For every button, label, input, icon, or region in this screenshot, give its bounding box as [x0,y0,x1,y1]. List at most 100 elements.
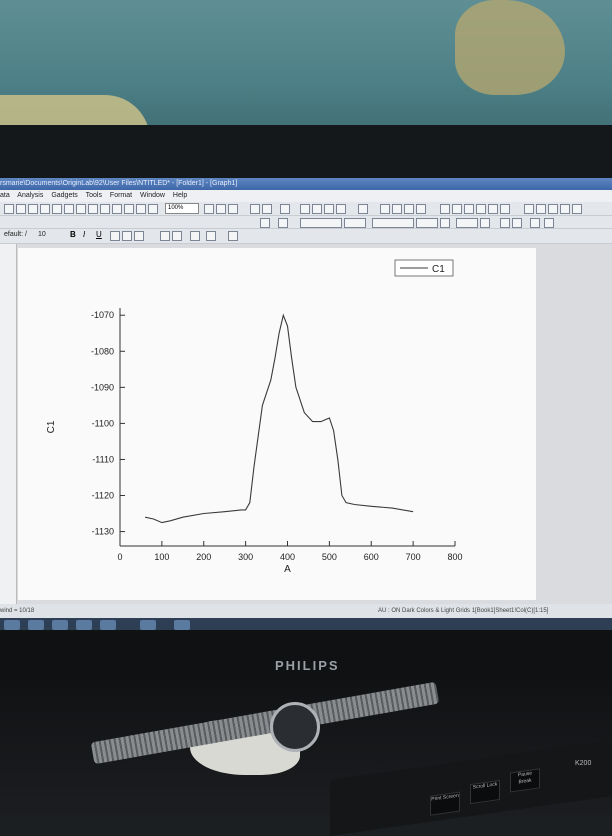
app-taskbar-icon[interactable] [140,620,156,630]
extract-layers-icon[interactable] [404,204,414,214]
superscript-icon[interactable] [530,218,540,228]
menu-tools[interactable]: Tools [86,192,102,199]
explorer-taskbar-icon[interactable] [28,620,44,630]
underline-button[interactable]: U [96,230,102,239]
window-title-bar[interactable]: rsmarie\Documents\OriginLab\92\User File… [0,178,612,190]
window-title: rsmarie\Documents\OriginLab\92\User File… [0,180,238,187]
export-icon[interactable] [64,204,74,214]
start-button-icon[interactable] [4,620,20,630]
greek-button[interactable] [134,231,144,241]
pause-break-key[interactable]: Pause Break [510,768,540,793]
zoom-select[interactable]: 100% [165,203,199,214]
unmask-icon[interactable] [512,218,522,228]
line-plot[interactable]: 0 100 200 300 400 500 600 700 800 -1070 -1080 -1090… [18,248,536,600]
new-layout-icon[interactable] [124,204,134,214]
recalculate-icon[interactable] [216,204,226,214]
layer-content-icon[interactable] [380,204,390,214]
save-icon[interactable] [28,204,38,214]
subscript-icon[interactable] [544,218,554,228]
legend-label: C1 [432,264,445,275]
browser-taskbar-icon[interactable] [52,620,68,630]
enlarge-icon[interactable] [476,204,486,214]
font-color-icon[interactable] [228,231,238,241]
x-tick-label: 700 [406,552,421,562]
line-color-icon[interactable] [278,218,288,228]
menu-help[interactable]: Help [173,192,187,199]
superscript-button[interactable] [110,231,120,241]
bold-button[interactable]: B [70,230,76,239]
line-style-select[interactable] [300,218,342,228]
add-layer-icon[interactable] [312,204,322,214]
axis-l-icon[interactable] [440,204,450,214]
decrease-font-icon[interactable] [172,231,182,241]
menu-analysis[interactable]: Analysis [17,192,43,199]
notes-icon[interactable] [136,204,146,214]
frame-icon[interactable] [452,204,462,214]
image-export-icon[interactable] [336,204,346,214]
font-size-select[interactable]: 10 [38,231,46,238]
menu-window[interactable]: Window [140,192,165,199]
font-select[interactable]: efault: / [4,231,27,238]
y-tick-label: -1110 [92,454,114,464]
origin-taskbar-icon[interactable] [174,620,190,630]
increase-font-icon[interactable] [160,231,170,241]
menu-format[interactable]: Format [110,192,132,199]
symbol-shape-icon[interactable] [480,218,490,228]
menu-gadgets[interactable]: Gadgets [51,192,77,199]
duplicate-icon[interactable] [204,204,214,214]
print-screen-key[interactable]: Print Screen [430,791,460,816]
open-icon[interactable] [16,204,26,214]
code-builder-icon[interactable] [280,204,290,214]
line-width-select[interactable] [344,218,366,228]
merge-graph-icon[interactable] [392,204,402,214]
mask-icon[interactable] [500,218,510,228]
symbol-size-select[interactable] [456,218,478,228]
fill-color-icon[interactable] [260,218,270,228]
grid-view-icon[interactable] [548,204,558,214]
project-explorer-icon[interactable] [228,204,238,214]
symbol-color-icon[interactable] [440,218,450,228]
clock-icon[interactable] [560,204,570,214]
status-left-text: wind = 10/18 [0,608,35,614]
status-bar: wind = 10/18 AU : ON Dark Colors & Light… [0,604,612,618]
folder-taskbar-icon[interactable] [100,620,116,630]
y-tick-label: -1090 [91,382,114,392]
pattern-select[interactable] [372,218,414,228]
settings-icon[interactable] [572,204,582,214]
italic-button[interactable]: I [83,230,85,239]
scroll-lock-key[interactable]: Scroll Lock [470,779,500,805]
workbook-view-icon[interactable] [524,204,534,214]
new-project-icon[interactable] [4,204,14,214]
menu-bar: ata Analysis Gadgets Tools Format Window… [0,190,612,202]
alignment-icon[interactable] [206,231,216,241]
x-tick-label: 500 [322,552,337,562]
y-tick-label: -1120 [92,491,114,501]
arrange-layers-icon[interactable] [358,204,368,214]
new-function-icon[interactable] [112,204,122,214]
x-tick-label: 100 [154,552,169,562]
new-workbook-icon[interactable] [76,204,86,214]
y-tick-label: -1100 [92,418,114,428]
menu-data[interactable]: ata [0,192,10,199]
print-icon[interactable] [40,204,50,214]
results-log-icon[interactable] [250,204,260,214]
bullet-list-icon[interactable] [190,231,200,241]
rescale-icon[interactable] [324,204,334,214]
shrink-icon[interactable] [488,204,498,214]
layer-icon[interactable] [416,204,426,214]
command-window-icon[interactable] [262,204,272,214]
import-icon[interactable] [52,204,62,214]
graph-page[interactable]: 0 100 200 300 400 500 600 700 800 -1070 -1080 -1090… [18,248,536,600]
box-icon[interactable] [464,204,474,214]
new-matrix-icon[interactable] [100,204,110,214]
add-text-icon[interactable] [300,204,310,214]
column-view-icon[interactable] [536,204,546,214]
new-graph-icon[interactable] [88,204,98,214]
refresh-icon[interactable] [148,204,158,214]
wristwatch-face [270,702,320,752]
media-taskbar-icon[interactable] [76,620,92,630]
subscript-button[interactable] [122,231,132,241]
pattern-color-select[interactable] [416,218,438,228]
x-axis-label: A [284,564,291,575]
fit-page-icon[interactable] [500,204,510,214]
